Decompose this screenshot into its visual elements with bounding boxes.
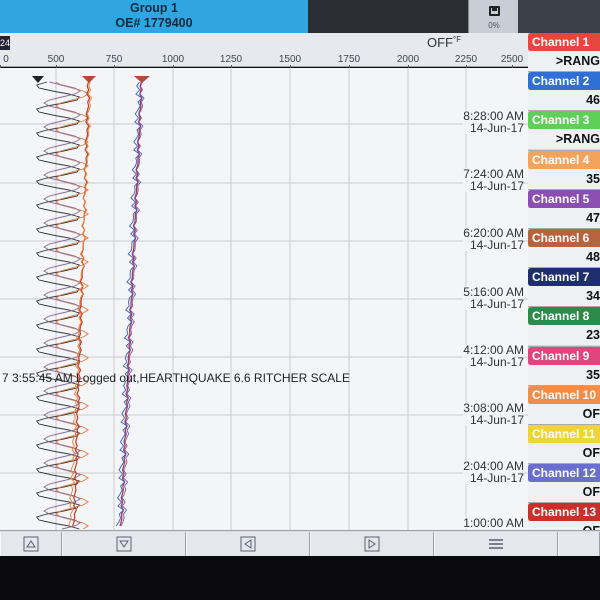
- scale-tick-label: 1250: [219, 54, 243, 65]
- time-label: 3:08:00 AM 14-Jun-17: [463, 402, 524, 426]
- scale-tick-label: 500: [47, 54, 65, 65]
- scale-tick-label: 2000: [396, 54, 420, 65]
- channel-value: OF: [528, 521, 600, 530]
- time-label-date: 14-Jun-17: [469, 179, 524, 193]
- channel-name: Channel 4: [528, 150, 600, 169]
- save-percent: 0%: [488, 21, 500, 30]
- channel-value: OF: [528, 403, 600, 424]
- time-label-date: 14-Jun-17: [469, 355, 524, 369]
- channel-marker: [82, 76, 96, 83]
- scale-off-label: OFF°F: [427, 35, 461, 50]
- channel-item[interactable]: Channel 5 47: [528, 189, 600, 229]
- top-right-panel: [518, 0, 600, 33]
- channel-name: Channel 5: [528, 189, 600, 208]
- channel-name: Channel 12: [528, 464, 600, 483]
- time-label: 6:20:00 AM 14-Jun-17: [463, 227, 524, 251]
- channel-value: OF: [528, 482, 600, 503]
- chart-area[interactable]: 8:28:00 AM 14-Jun-17 7:24:00 AM 14-Jun-17 6:…: [0, 68, 528, 530]
- channel-tag: 24: [0, 36, 10, 50]
- channel-name: Channel 10: [528, 385, 600, 404]
- right-arrow-icon: [364, 536, 380, 552]
- channel-item[interactable]: Channel 13OF: [528, 503, 600, 530]
- scale-tick-label: 2250: [454, 54, 478, 65]
- scale-tick-label: 1750: [337, 54, 361, 65]
- time-label-date: 14-Jun-17: [469, 297, 524, 311]
- channel-item[interactable]: Channel 4 35: [528, 150, 600, 190]
- time-label: 4:12:00 AM 14-Jun-17: [463, 344, 524, 368]
- scroll-down-button[interactable]: [62, 532, 186, 556]
- channel-name: Channel 1: [528, 33, 600, 51]
- channel-item[interactable]: Channel 7 34: [528, 268, 600, 308]
- channel-item[interactable]: Channel 1 >RANG: [528, 33, 600, 73]
- group-title: Group 1: [130, 1, 178, 15]
- time-label: 2:04:00 AM 14-Jun-17: [463, 460, 524, 484]
- group-selector[interactable]: Group 1 OE# 1779400: [0, 0, 308, 33]
- time-label: 1:00:00 AM: [463, 517, 524, 529]
- channel-item[interactable]: Channel 8 23: [528, 307, 600, 347]
- scale-tick-label: 1500: [278, 54, 302, 65]
- channel-item[interactable]: Channel 6 48: [528, 228, 600, 269]
- time-label-date: 14-Jun-17: [469, 471, 524, 485]
- channel-name: Channel 6: [528, 228, 600, 247]
- channel-name: Channel 8: [528, 307, 600, 326]
- down-arrow-icon: [116, 536, 132, 552]
- screen-bezel: [0, 556, 600, 600]
- channel-name: Channel 9: [528, 346, 600, 365]
- up-arrow-icon: [23, 536, 39, 552]
- scale-tick-label: 750: [105, 54, 123, 65]
- scale-tick-label: 1000: [161, 54, 185, 65]
- channel-value: OF: [528, 442, 600, 463]
- time-label-date: 14-Jun-17: [469, 121, 524, 135]
- off-text: OFF: [427, 35, 453, 50]
- channel-value: 48: [528, 246, 600, 267]
- left-arrow-icon: [240, 536, 256, 552]
- scale-tick-label: 0: [3, 54, 9, 65]
- scroll-right-button[interactable]: [310, 532, 434, 556]
- time-label-time: 1:00:00 AM: [463, 516, 524, 530]
- save-disk-icon: [489, 6, 500, 16]
- oe-number: OE# 1779400: [115, 16, 193, 30]
- channel-name: Channel 3: [528, 111, 600, 130]
- channel-item[interactable]: Channel 9 35: [528, 346, 600, 386]
- channel-name: Channel 2: [528, 72, 600, 91]
- channel-name: Channel 13: [528, 503, 600, 522]
- channel-marker: [32, 76, 44, 83]
- channel-value: 47: [528, 207, 600, 228]
- channel-item[interactable]: Channel 11 OF: [528, 424, 600, 465]
- channel-item[interactable]: Channel 3 >RANG: [528, 111, 600, 151]
- scroll-left-button[interactable]: [186, 532, 310, 556]
- save-button[interactable]: 0%: [468, 0, 518, 33]
- trend-trace: [35, 81, 81, 530]
- bottom-nav: [0, 530, 600, 556]
- top-spacer: [308, 0, 468, 33]
- channel-value: >RANG: [528, 51, 600, 71]
- channel-item[interactable]: Channel 2 46: [528, 72, 600, 112]
- channel-value: 35: [528, 364, 600, 385]
- channel-value: 23: [528, 325, 600, 346]
- channel-name: Channel 7: [528, 268, 600, 287]
- scale-tick-label: 2500: [500, 54, 524, 65]
- channel-value: 34: [528, 286, 600, 307]
- time-label-date: 14-Jun-17: [469, 238, 524, 252]
- channel-value: 46: [528, 90, 600, 111]
- event-annotation: 7 3:55:45 AM Logged out,HEARTHQUAKE 6.6 …: [2, 371, 350, 385]
- unit-label: °F: [453, 35, 462, 44]
- channel-value: >RANG: [528, 129, 600, 150]
- menu-icon: [489, 539, 503, 549]
- time-label: 5:16:00 AM 14-Jun-17: [463, 286, 524, 310]
- channel-panel: Channel 1 >RANG Channel 2 46 Channel 3 >RANG C…: [528, 33, 600, 530]
- time-label: 7:24:00 AM 14-Jun-17: [463, 168, 524, 192]
- time-label: 8:28:00 AM 14-Jun-17: [463, 110, 524, 134]
- channel-value: 35: [528, 168, 600, 189]
- scroll-up-button[interactable]: [0, 532, 62, 556]
- trend-chart: [0, 68, 528, 530]
- time-label-date: 14-Jun-17: [469, 413, 524, 427]
- channel-item[interactable]: Channel 10 OF: [528, 385, 600, 425]
- menu-button[interactable]: [434, 532, 558, 556]
- channel-name: Channel 11: [528, 424, 600, 443]
- extra-nav-button[interactable]: [558, 532, 600, 556]
- channel-item[interactable]: Channel 12 OF: [528, 464, 600, 504]
